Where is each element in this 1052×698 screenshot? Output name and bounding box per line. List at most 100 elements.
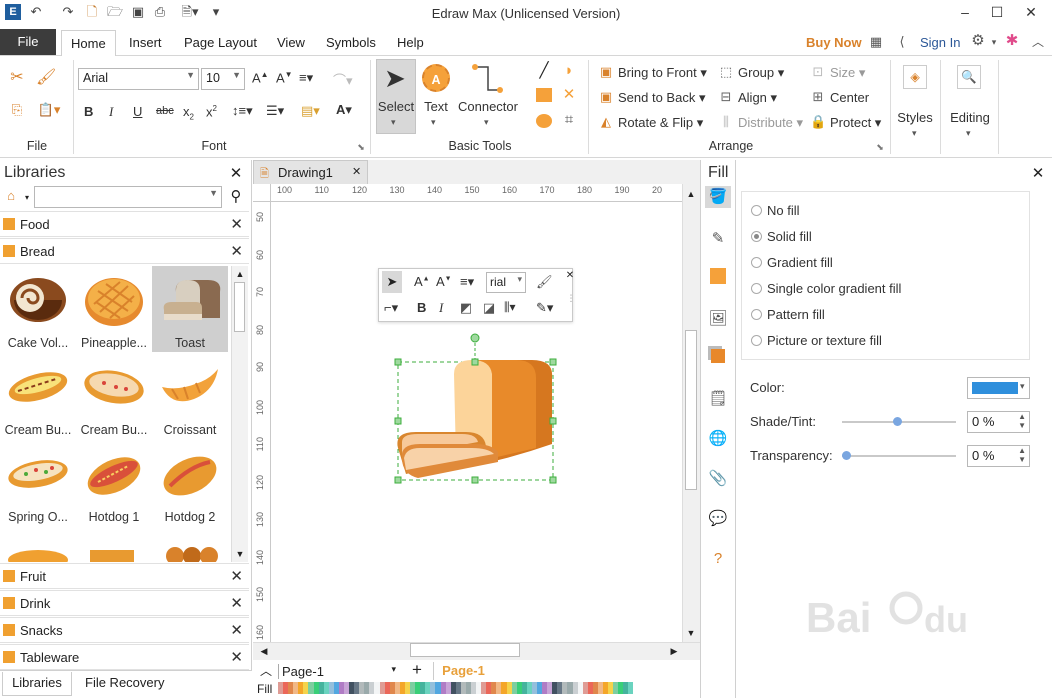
scroll-down-icon[interactable]: ▼ <box>683 625 699 641</box>
settings-gear-icon[interactable]: ⚙ <box>970 33 986 49</box>
undo-icon[interactable]: ↶ <box>28 4 44 20</box>
size-button[interactable]: Size ▾ <box>830 65 865 81</box>
text-tool-icon[interactable]: A <box>422 64 450 92</box>
hyperlink-globe-icon[interactable]: 🌐 <box>707 428 729 450</box>
spinner-icon[interactable]: ▲ ▼ <box>1018 446 1026 464</box>
bold-icon[interactable]: B <box>417 300 426 315</box>
text-tool-label[interactable]: Text <box>418 99 454 114</box>
library-category-drink[interactable]: Drink ✕ <box>0 590 249 616</box>
italic-icon[interactable]: I <box>109 104 113 120</box>
print-icon[interactable]: ⎙ <box>152 4 168 20</box>
help-icon[interactable]: ? <box>707 548 729 570</box>
font-color-icon[interactable]: A▾ <box>336 102 352 118</box>
close-window-button[interactable]: ✕ <box>1016 2 1046 24</box>
subscript-icon[interactable]: x2 <box>183 104 194 122</box>
close-icon[interactable]: ✕ <box>230 648 243 666</box>
minimize-button[interactable]: – <box>950 2 980 24</box>
shape-cream-bun-1[interactable]: Cream Bu... <box>0 353 76 439</box>
shape-toast[interactable]: Toast <box>152 266 228 352</box>
shade-tint-input[interactable]: 0 % ▲ ▼ <box>967 411 1030 433</box>
dialog-launcher-icon[interactable]: ⬊ <box>353 139 369 155</box>
dialog-launcher-icon[interactable]: ⬊ <box>872 139 888 155</box>
shrink-font-icon[interactable]: A▼ <box>436 274 452 289</box>
export-icon[interactable]: 🗎▾ <box>176 4 204 20</box>
superscript-icon[interactable]: x2 <box>206 104 217 119</box>
transparency-slider[interactable] <box>842 455 956 457</box>
page-selector[interactable]: Page-1 ▾ <box>278 664 396 679</box>
close-icon[interactable]: ✕ <box>230 621 243 639</box>
scroll-up-icon[interactable]: ▲ <box>683 186 699 202</box>
radio-button[interactable] <box>751 231 762 242</box>
share-icon[interactable]: ⟨ <box>894 34 910 50</box>
paste-icon[interactable]: 📋▾ <box>36 102 62 118</box>
grow-font-icon[interactable]: A▲ <box>414 274 430 289</box>
format-painter-icon[interactable]: 🖌 <box>536 274 553 290</box>
shape-cream-bun-2[interactable]: Cream Bu... <box>76 353 152 439</box>
tab-libraries[interactable]: Libraries <box>2 672 72 696</box>
send-to-back-button[interactable]: Send to Back ▾ <box>618 90 705 106</box>
shape-spring-onion-bun[interactable]: Spring O... <box>0 440 76 526</box>
scroll-down-icon[interactable]: ▼ <box>232 546 248 562</box>
color-swatches[interactable] <box>278 682 634 694</box>
ellipse-icon[interactable] <box>536 114 552 128</box>
pointer-icon[interactable]: ➤ <box>382 271 402 293</box>
library-category-bread[interactable]: Bread ✕ <box>0 238 249 264</box>
scrollbar-thumb[interactable] <box>234 282 245 332</box>
library-category-food[interactable]: Food ✕ <box>0 211 249 237</box>
close-icon[interactable]: ✕ <box>230 242 243 260</box>
close-icon[interactable]: ✕ <box>230 594 243 612</box>
slider-knob[interactable] <box>842 451 851 460</box>
align-button[interactable]: Align ▾ <box>738 90 777 106</box>
line-style-icon[interactable]: ✎ <box>707 228 729 250</box>
radio-button[interactable] <box>751 309 762 320</box>
slider-knob[interactable] <box>893 417 902 426</box>
italic-icon[interactable]: I <box>439 300 443 316</box>
toast-shape-on-canvas[interactable] <box>392 330 562 488</box>
collapse-ribbon-icon[interactable]: ︿ <box>1030 34 1046 50</box>
chevron-down-icon[interactable]: ▾ <box>19 190 35 206</box>
copy-icon[interactable]: ⎘ <box>9 102 25 118</box>
fill-bucket-icon[interactable]: 🪣 <box>705 186 731 208</box>
radio-button[interactable] <box>751 283 762 294</box>
scroll-up-icon[interactable]: ▲ <box>232 266 248 282</box>
arc-icon[interactable]: ◗ <box>561 63 577 79</box>
tab-help[interactable]: Help <box>397 35 424 50</box>
underline-icon[interactable]: U <box>133 104 142 119</box>
bold-icon[interactable]: B <box>84 104 93 119</box>
chevron-up-icon[interactable]: ︿ <box>258 663 274 679</box>
comment-icon[interactable]: 💬 <box>707 508 729 530</box>
scroll-left-icon[interactable]: ◀ <box>256 643 272 659</box>
layer-icon[interactable] <box>707 348 729 370</box>
library-search-input[interactable]: ▼ <box>34 186 222 208</box>
highlight-icon[interactable]: ▤▾ <box>301 103 320 119</box>
tab-page-layout[interactable]: Page Layout <box>184 35 257 50</box>
tab-insert[interactable]: Insert <box>129 35 162 50</box>
close-icon[interactable]: ✕ <box>228 166 244 182</box>
send-to-back-icon[interactable]: ◪ <box>481 300 497 316</box>
distribute-button[interactable]: Distribute ▾ <box>738 115 803 131</box>
strikethrough-icon[interactable]: abc <box>156 105 174 117</box>
color-picker[interactable]: ▾ <box>967 377 1030 399</box>
color-swatch[interactable] <box>628 682 634 694</box>
tab-home[interactable]: Home <box>61 30 116 57</box>
tab-view[interactable]: View <box>277 35 305 50</box>
styles-button[interactable]: Styles <box>893 110 937 125</box>
font-size-select[interactable]: 10 ▼ <box>201 68 245 90</box>
radio-button[interactable] <box>751 205 762 216</box>
close-icon[interactable]: ✕ <box>230 215 243 233</box>
crossing-icon[interactable]: ✕ <box>561 87 577 103</box>
image-icon[interactable]: 🖼 <box>707 308 729 330</box>
close-icon[interactable]: ✕ <box>352 165 361 178</box>
chevron-down-icon[interactable]: ▾ <box>986 34 1002 50</box>
bring-to-front-button[interactable]: Bring to Front ▾ <box>618 65 707 81</box>
radio-button[interactable] <box>751 335 762 346</box>
transparency-input[interactable]: 0 % ▲ ▼ <box>967 445 1030 467</box>
save-icon[interactable]: ▣ <box>130 4 146 20</box>
text-direction-icon[interactable]: ⌒▾ <box>333 70 353 89</box>
close-icon[interactable]: ✕ <box>1030 166 1046 182</box>
more-options-icon[interactable]: ⋮ <box>563 290 579 306</box>
distribute-icon[interactable]: ⫼▾ <box>504 300 516 315</box>
connector-label[interactable]: Connector <box>456 99 520 114</box>
bring-to-front-icon[interactable]: ◩ <box>458 300 474 316</box>
library-category-snacks[interactable]: Snacks ✕ <box>0 617 249 643</box>
